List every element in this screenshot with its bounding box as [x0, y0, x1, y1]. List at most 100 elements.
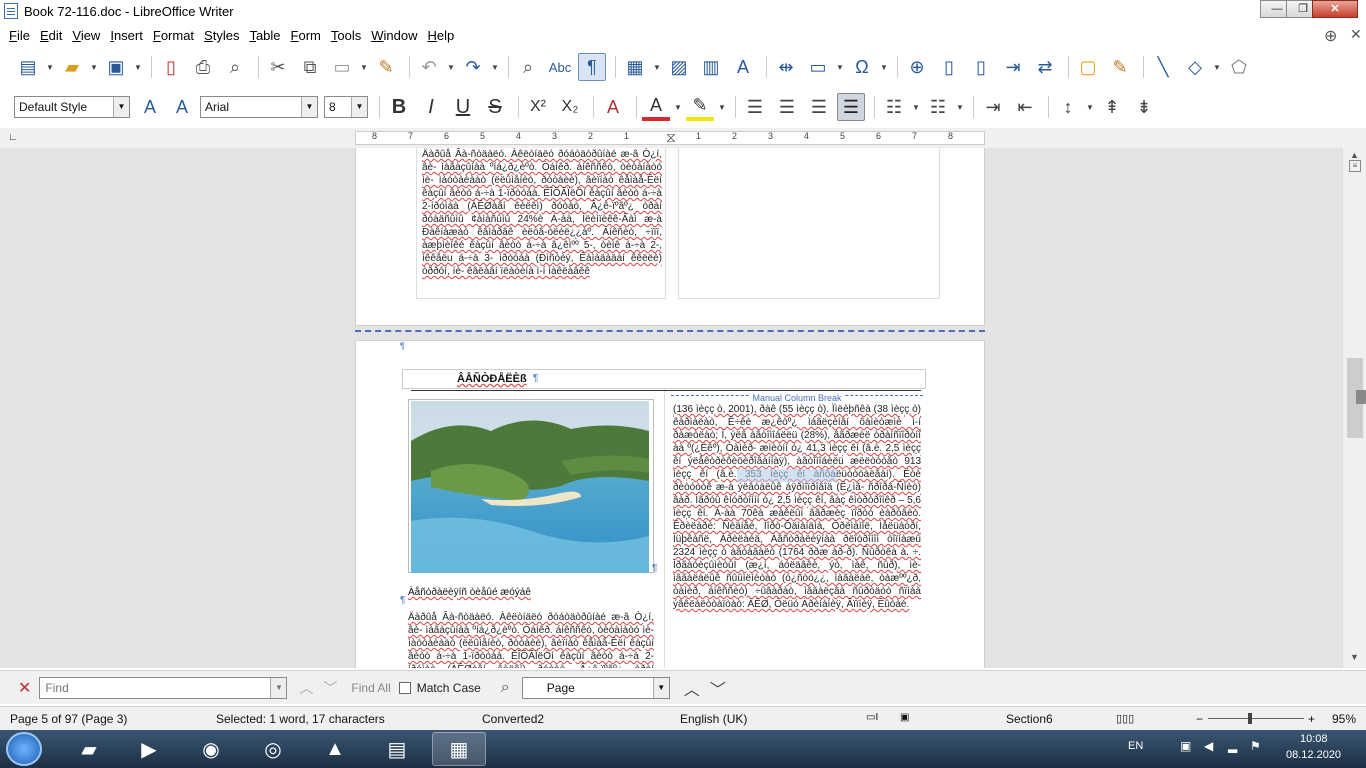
page-break-icon[interactable]: ⇹: [772, 53, 800, 81]
clock-date[interactable]: 08.12.2020: [1286, 749, 1341, 761]
zoom-out-icon[interactable]: −: [1196, 712, 1203, 726]
align-left-icon[interactable]: ☰: [741, 93, 769, 121]
new-document-icon[interactable]: ▤: [14, 53, 42, 81]
paragraph-style-select[interactable]: Default Style ▼: [14, 96, 130, 118]
chevron-down-icon[interactable]: ▼: [1213, 63, 1221, 72]
indent-marker-icon[interactable]: ⧖: [666, 129, 676, 146]
chevron-down-icon[interactable]: ▼: [674, 103, 682, 112]
basic-shapes-icon[interactable]: ◇: [1181, 53, 1209, 81]
chevron-down-icon[interactable]: ▼: [134, 63, 142, 72]
bullet-list-icon[interactable]: ☷: [880, 93, 908, 121]
highlight-color-icon[interactable]: ✎: [686, 93, 714, 121]
zoom-in-icon[interactable]: +: [1308, 712, 1315, 726]
menu-styles[interactable]: Styles: [199, 28, 244, 43]
increase-paragraph-spacing-icon[interactable]: ⇞: [1098, 93, 1126, 121]
chevron-down-icon[interactable]: ▼: [956, 103, 964, 112]
chevron-down-icon[interactable]: ▼: [447, 63, 455, 72]
italic-button[interactable]: I: [417, 93, 445, 121]
font-color-icon[interactable]: A: [642, 93, 670, 121]
insert-mode-icon[interactable]: ▭I: [866, 712, 878, 723]
scroll-down-icon[interactable]: ▼: [1350, 652, 1359, 662]
media-player-icon[interactable]: ▶: [122, 732, 176, 766]
zoom-slider[interactable]: [1208, 718, 1304, 719]
align-center-icon[interactable]: ☰: [773, 93, 801, 121]
horizontal-ruler[interactable]: ∟ 8 7 6 5 4 3 2 1 1 2 3 4 5 6 7 8 ⧖: [0, 128, 1366, 148]
page-style[interactable]: Converted2: [482, 712, 544, 726]
chevron-down-icon[interactable]: ▼: [653, 63, 661, 72]
find-all-button[interactable]: Find All: [351, 681, 390, 695]
chevron-down-icon[interactable]: ▼: [301, 97, 317, 117]
find-replace-icon[interactable]: ⌕: [514, 53, 542, 81]
insert-field-icon[interactable]: ▭: [804, 53, 832, 81]
chevron-down-icon[interactable]: ▼: [360, 63, 368, 72]
network-icon[interactable]: ▣: [1180, 739, 1191, 753]
paste-icon[interactable]: ▭: [328, 53, 356, 81]
view-layout-icon[interactable]: ▯▯▯: [1116, 712, 1134, 725]
clock-time[interactable]: 10:08: [1300, 733, 1328, 745]
update-style-icon[interactable]: A: [136, 93, 164, 121]
hyperlink-icon[interactable]: ⊕: [903, 53, 931, 81]
image-caption[interactable]: Àåñòðàëèÿíñ òèåûé æóýáê: [408, 587, 648, 598]
copy-icon[interactable]: ⧉: [296, 53, 324, 81]
spelling-icon[interactable]: Abc: [546, 53, 574, 81]
language-indicator[interactable]: EN: [1128, 740, 1143, 752]
chevron-down-icon[interactable]: ▼: [1086, 103, 1094, 112]
bookmark-icon[interactable]: ⇥: [999, 53, 1027, 81]
acrobat-icon[interactable]: ▲: [308, 732, 362, 766]
formatting-marks-icon[interactable]: ¶: [578, 53, 606, 81]
bold-button[interactable]: B: [385, 93, 413, 121]
chevron-down-icon[interactable]: ▼: [652, 677, 669, 698]
sidebar-deck-handle[interactable]: [1356, 390, 1366, 404]
menu-tools[interactable]: Tools: [326, 28, 366, 43]
chrome-icon[interactable]: ◉: [184, 732, 238, 766]
superscript-button[interactable]: X²: [524, 93, 552, 121]
track-changes-icon[interactable]: ✎: [1106, 53, 1134, 81]
body-text-right[interactable]: (136 ìèçç ò, 2001), ðàê (55 ìèçç ò). Ïìë…: [673, 403, 921, 668]
print-preview-icon[interactable]: ⌕: [221, 53, 249, 81]
vertical-scrollbar[interactable]: ▲ ≡ ▼: [1342, 148, 1366, 668]
insert-textbox-icon[interactable]: A: [729, 53, 757, 81]
chevron-down-icon[interactable]: ▼: [491, 63, 499, 72]
menu-file[interactable]: File: [4, 28, 35, 43]
body-text-lower-left[interactable]: Äàðûå Âà-ñòäàëó. Àêëòíäëó ðóáòäòðûíàé æ-…: [408, 611, 654, 668]
chevron-down-icon[interactable]: ▼: [912, 103, 920, 112]
find-input[interactable]: Find ▼: [39, 676, 288, 699]
line-icon[interactable]: ╲: [1149, 53, 1177, 81]
chevron-down-icon[interactable]: ▼: [113, 97, 129, 117]
comment-icon[interactable]: ▢: [1074, 53, 1102, 81]
numbered-list-icon[interactable]: ☷: [924, 93, 952, 121]
cross-reference-icon[interactable]: ⇄: [1031, 53, 1059, 81]
close-findbar-icon[interactable]: ✕: [18, 678, 31, 698]
volume-icon[interactable]: ◀: [1204, 739, 1213, 753]
navigate-down-icon[interactable]: ﹀: [710, 676, 726, 700]
tab-stop-icon[interactable]: ∟: [8, 132, 18, 143]
scroll-up-icon[interactable]: ▲: [1350, 150, 1359, 160]
language[interactable]: English (UK): [680, 712, 747, 726]
document-canvas[interactable]: Äàðûå Âà-ñòäàëó. Àêëòíäëó ðóáòäòðûíàé æ-…: [0, 148, 1342, 668]
firefox-icon[interactable]: ◎: [246, 732, 300, 766]
search-scope-select[interactable]: Page ▼: [521, 676, 670, 699]
flag-icon[interactable]: ⚑: [1250, 739, 1261, 753]
menu-help[interactable]: Help: [422, 28, 459, 43]
cut-icon[interactable]: ✂: [264, 53, 292, 81]
page-count[interactable]: Page 5 of 97 (Page 3): [10, 712, 127, 726]
find-next-icon[interactable]: ﹀: [323, 678, 337, 698]
subscript-button[interactable]: X₂: [556, 93, 584, 121]
save-icon[interactable]: ▣: [102, 53, 130, 81]
menu-window[interactable]: Window: [366, 28, 422, 43]
decrease-indent-icon[interactable]: ⇤: [1011, 93, 1039, 121]
zoom-slider-thumb[interactable]: [1248, 713, 1252, 724]
match-case-checkbox[interactable]: [398, 681, 411, 694]
close-document-icon[interactable]: ✕: [1350, 26, 1362, 43]
redo-icon[interactable]: ↷: [459, 53, 487, 81]
open-folder-icon[interactable]: ▰: [58, 53, 86, 81]
undo-icon[interactable]: ↶: [415, 53, 443, 81]
insert-table-icon[interactable]: ▦: [621, 53, 649, 81]
body-text-left[interactable]: Äàðûå Âà-ñòäàëó. Àêëòíäëó ðóáòäòðûíàé æ-…: [422, 148, 662, 296]
endnote-icon[interactable]: ▯: [967, 53, 995, 81]
insert-image-icon[interactable]: ▨: [665, 53, 693, 81]
special-character-icon[interactable]: Ω: [848, 53, 876, 81]
increase-indent-icon[interactable]: ⇥: [979, 93, 1007, 121]
font-name-select[interactable]: Arial ▼: [200, 96, 318, 118]
insert-chart-icon[interactable]: ▥: [697, 53, 725, 81]
